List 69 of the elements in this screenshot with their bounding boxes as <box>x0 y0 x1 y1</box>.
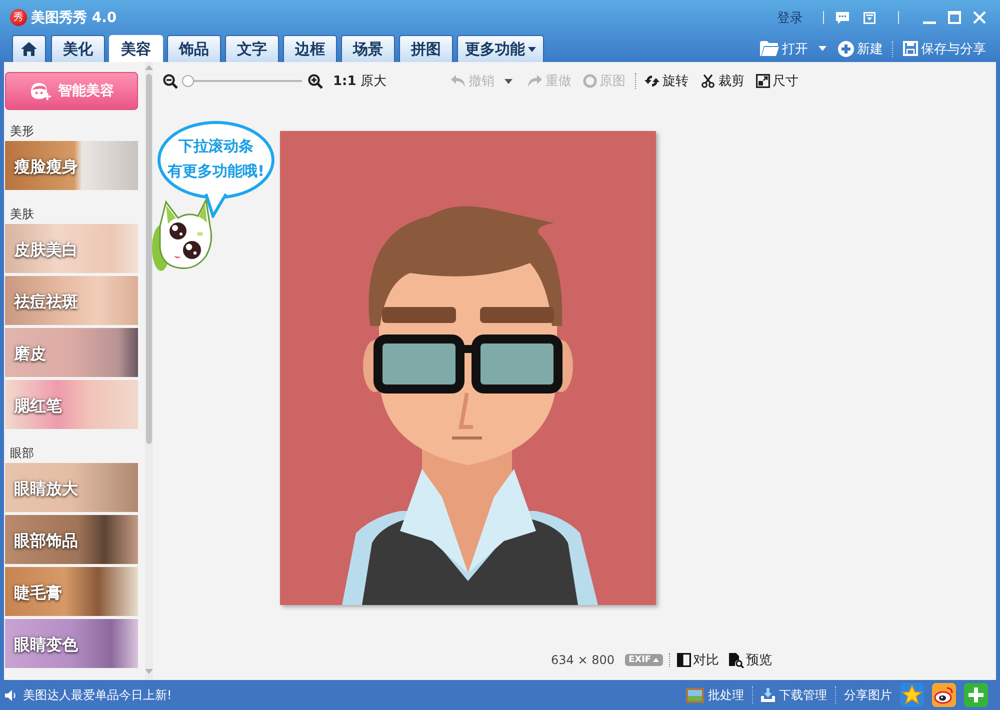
document-magnifier-icon <box>729 652 744 668</box>
feature-tile[interactable]: 眼部饰品 <box>5 515 138 564</box>
section-label: 美形 <box>10 123 34 139</box>
feature-tile[interactable]: 眼睛变色 <box>5 619 138 668</box>
preview-button[interactable]: 预览 <box>729 651 772 669</box>
chat-bubble-icon[interactable] <box>836 12 849 24</box>
section-label: 眼部 <box>10 445 34 461</box>
speaker-icon[interactable] <box>5 690 17 700</box>
download-tray-icon <box>761 688 775 702</box>
face-plus-icon <box>29 81 51 101</box>
landscape-picture-icon <box>686 688 704 702</box>
ring-icon <box>583 74 598 88</box>
hint-text: 有更多功能哦! <box>168 161 264 182</box>
scissors-icon <box>700 74 716 88</box>
promo-link[interactable]: 美图达人最爱单品今日上新! <box>23 686 172 704</box>
star-icon[interactable] <box>900 683 924 707</box>
window-title: 美图秀秀 4.0 <box>31 8 117 26</box>
tab[interactable]: 美容 <box>109 35 163 63</box>
actual-size-button[interactable]: 1:1 原大 <box>333 72 386 90</box>
slider-thumb[interactable] <box>182 75 194 87</box>
batch-button[interactable]: 批处理 <box>686 686 744 704</box>
tab[interactable]: 饰品 <box>167 35 221 62</box>
smart-beauty-button[interactable]: 智能美容 <box>5 72 138 110</box>
feature-tile[interactable]: 睫毛膏 <box>5 567 138 616</box>
home-icon <box>21 42 37 56</box>
crop-button[interactable]: 裁剪 <box>700 72 744 90</box>
undo-arrow-icon <box>450 74 466 88</box>
rotate-arrows-icon <box>644 74 660 88</box>
save-share-button[interactable]: 保存与分享 <box>903 38 986 58</box>
resize-box-icon <box>756 74 770 88</box>
eye-logo-icon[interactable] <box>932 683 956 707</box>
close-icon[interactable] <box>973 11 986 24</box>
feature-tile[interactable]: 瘦脸瘦身 <box>5 141 138 190</box>
new-button[interactable]: 新建 <box>838 38 883 58</box>
exif-button[interactable]: EXIF <box>624 654 664 666</box>
zoom-in-icon[interactable] <box>308 74 323 88</box>
tab[interactable]: 美化 <box>51 35 105 62</box>
sidebar-scrollbar[interactable] <box>145 62 153 680</box>
app-logo: 秀 <box>10 9 27 26</box>
tab[interactable]: 拼图 <box>399 35 453 62</box>
tab[interactable]: 边框 <box>283 35 337 62</box>
open-button[interactable]: 打开 <box>760 38 808 58</box>
caret-icon[interactable] <box>818 46 827 51</box>
download-manager-button[interactable]: 下载管理 <box>761 686 827 704</box>
dropdown-box-icon[interactable] <box>863 12 876 24</box>
share-image-button[interactable]: 分享图片 <box>844 686 892 704</box>
tab[interactable]: 场景 <box>341 35 395 62</box>
compare-button[interactable]: 对比 <box>677 651 720 669</box>
redo-arrow-icon <box>527 74 544 88</box>
section-label: 美肤 <box>10 206 34 222</box>
caret-up-icon <box>653 658 660 662</box>
scroll-down-icon[interactable] <box>145 669 153 674</box>
split-square-icon <box>677 653 692 667</box>
zoom-out-icon[interactable] <box>163 74 178 88</box>
scrollbar-thumb[interactable] <box>146 74 152 444</box>
hint-text: 下拉滚动条 <box>178 136 254 157</box>
tab[interactable] <box>12 35 46 62</box>
maximize-icon[interactable] <box>948 11 961 24</box>
plus-circle-icon <box>838 40 854 56</box>
scroll-up-icon[interactable] <box>145 65 153 70</box>
plus-icon[interactable] <box>964 683 988 707</box>
tab[interactable]: 文字 <box>225 35 279 62</box>
rotate-button[interactable]: 旋转 <box>644 72 688 90</box>
caret-icon <box>528 46 536 52</box>
resize-button[interactable]: 尺寸 <box>756 72 798 90</box>
image-size-text: 634 × 800 <box>551 653 614 667</box>
folder-icon <box>760 41 779 56</box>
login-link[interactable]: 登录 <box>777 8 803 26</box>
tab[interactable]: 更多功能 <box>457 35 544 62</box>
